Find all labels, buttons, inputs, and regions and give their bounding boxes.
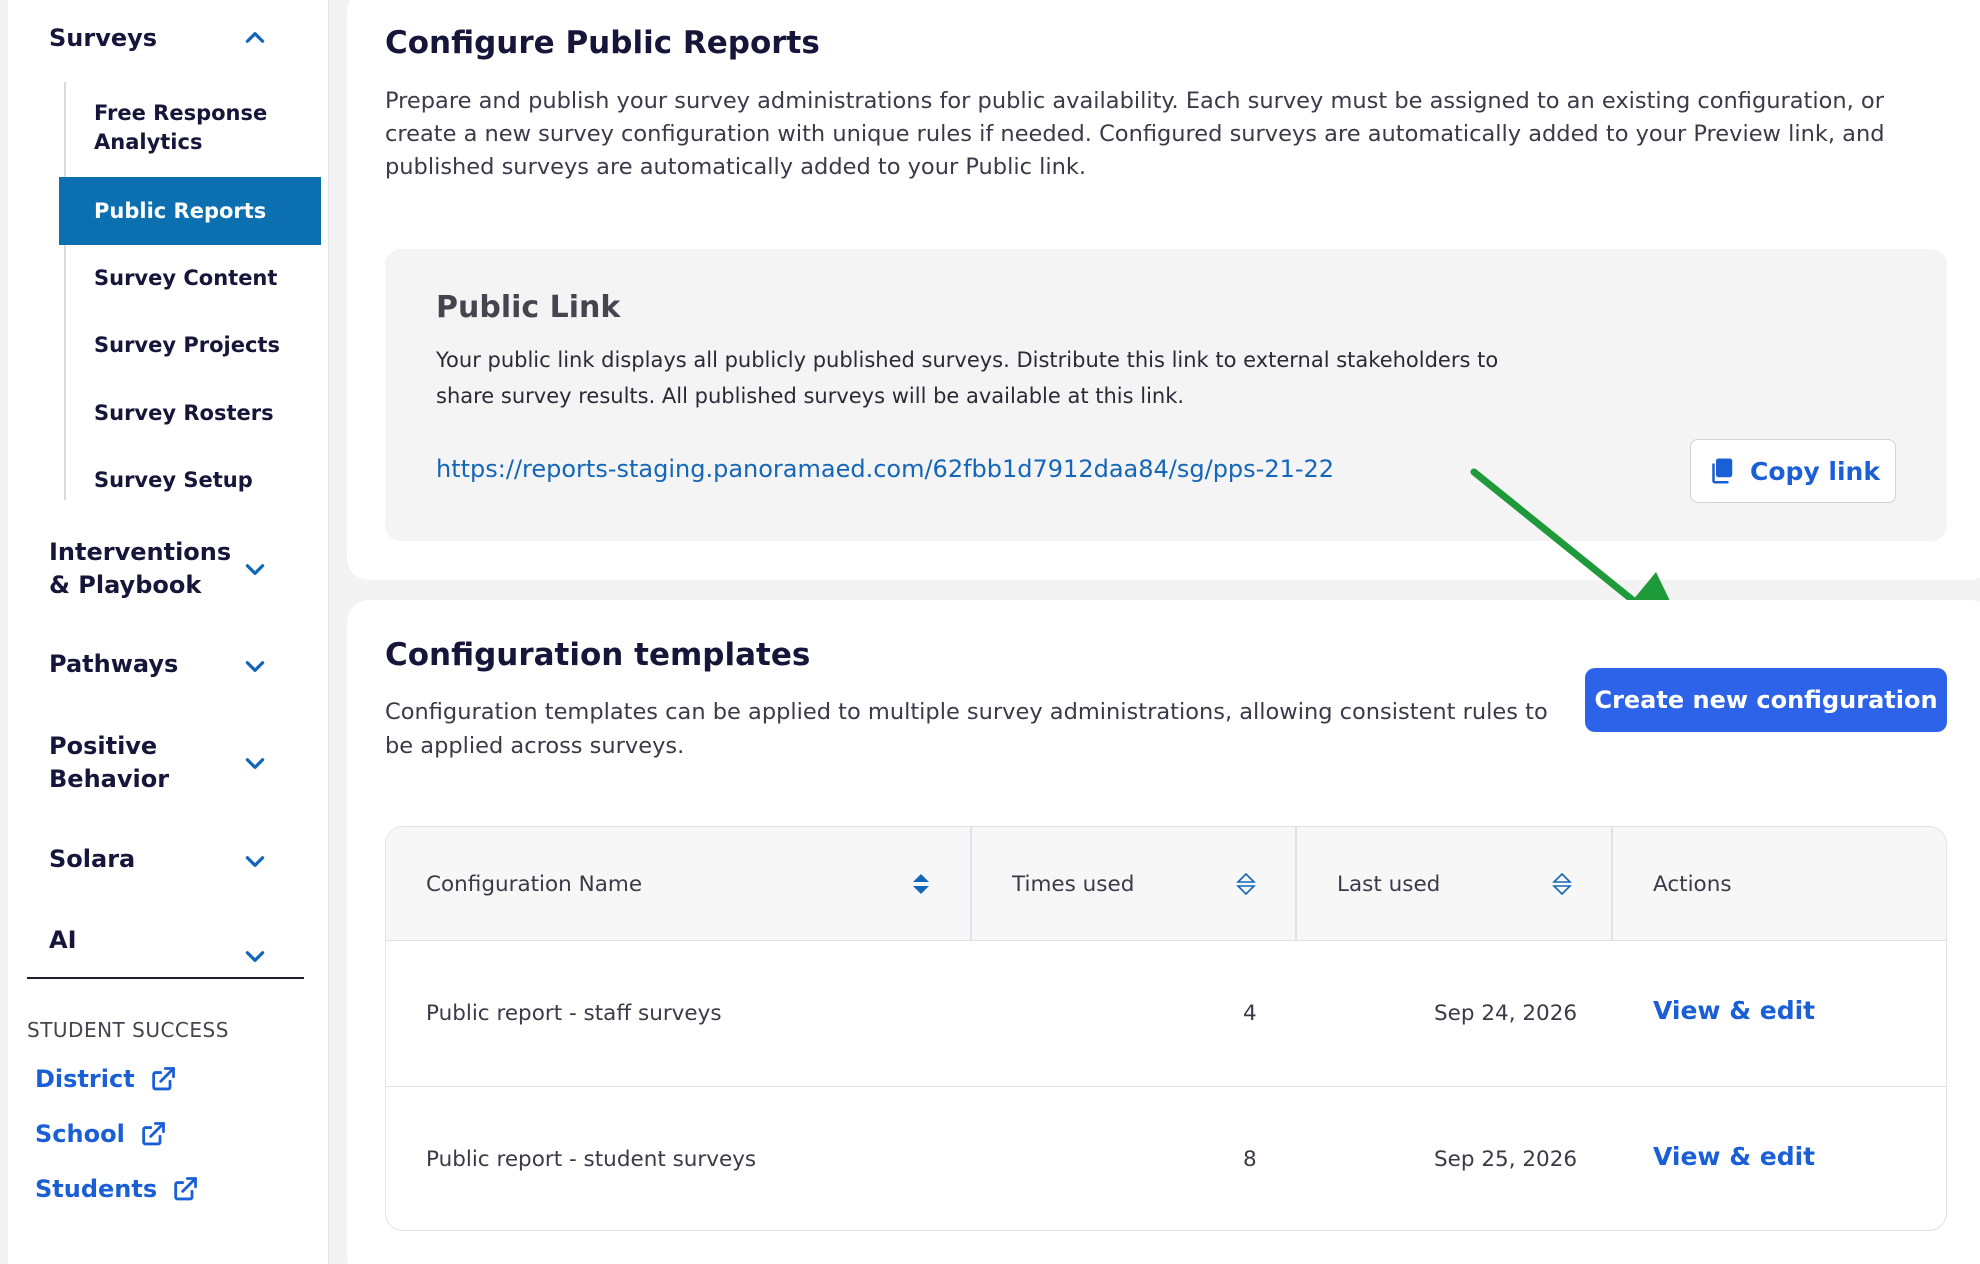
sidebar-item-label: Public Reports xyxy=(94,199,267,223)
cell-last-used: Sep 24, 2026 xyxy=(1434,1001,1578,1026)
column-divider xyxy=(1611,827,1613,941)
external-link-label: School xyxy=(35,1120,125,1148)
external-link-icon xyxy=(151,1067,175,1091)
nav-ai[interactable]: AI xyxy=(49,924,77,957)
configuration-table: Configuration Name Times used Last used … xyxy=(385,826,1947,1231)
column-header-actions: Actions xyxy=(1653,871,1732,897)
table-row: Public report - staff surveys 4 Sep 24, … xyxy=(386,941,1946,1086)
public-link-description: Your public link displays all publicly p… xyxy=(436,348,1499,408)
sidebar-divider xyxy=(27,977,304,979)
external-link-school[interactable]: School xyxy=(35,1120,167,1148)
create-new-configuration-button[interactable]: Create new configuration xyxy=(1585,668,1947,732)
view-edit-link[interactable]: View & edit xyxy=(1653,1142,1815,1171)
nav-surveys[interactable]: Surveys xyxy=(49,22,157,55)
external-link-label: District xyxy=(35,1065,135,1093)
chevron-down-icon[interactable] xyxy=(238,939,272,973)
table-header: Configuration Name Times used Last used … xyxy=(386,827,1946,941)
chevron-down-icon[interactable] xyxy=(238,649,272,683)
table-row: Public report - student surveys 8 Sep 25… xyxy=(386,1086,1946,1230)
nav-positive-behavior[interactable]: Positive Behavior xyxy=(49,730,189,796)
chevron-up-icon[interactable] xyxy=(238,21,272,55)
nav-pathways[interactable]: Pathways xyxy=(49,648,178,681)
column-divider xyxy=(1295,827,1297,941)
page-title: Configure Public Reports xyxy=(385,25,820,61)
sort-icon[interactable] xyxy=(1552,870,1572,898)
cell-times-used: 8 xyxy=(1243,1147,1257,1172)
sidebar-item-survey-projects[interactable]: Survey Projects xyxy=(94,331,280,360)
submenu-guide-line xyxy=(64,82,66,500)
chevron-down-icon[interactable] xyxy=(238,746,272,780)
nav-interventions-playbook[interactable]: Interventions & Playbook xyxy=(49,536,239,602)
chevron-down-icon[interactable] xyxy=(238,844,272,878)
external-link-district[interactable]: District xyxy=(35,1065,177,1093)
column-header-configuration-name[interactable]: Configuration Name xyxy=(426,827,642,941)
column-divider xyxy=(970,827,972,941)
cell-times-used: 4 xyxy=(1243,1001,1257,1026)
view-edit-link[interactable]: View & edit xyxy=(1653,996,1815,1025)
cell-last-used: Sep 25, 2026 xyxy=(1434,1147,1578,1172)
page-description: Prepare and publish your survey administ… xyxy=(385,88,1885,180)
sidebar-item-survey-setup[interactable]: Survey Setup xyxy=(94,466,253,495)
copy-link-label: Copy link xyxy=(1750,456,1880,486)
cell-configuration-name: Public report - staff surveys xyxy=(426,1001,722,1026)
public-link-title: Public Link xyxy=(436,290,621,325)
chevron-down-icon[interactable] xyxy=(238,552,272,586)
external-link-students[interactable]: Students xyxy=(35,1175,199,1203)
section-title: Configuration templates xyxy=(385,637,811,673)
section-description: Configuration templates can be applied t… xyxy=(385,699,1548,759)
copy-icon xyxy=(1712,458,1733,484)
sort-icon[interactable] xyxy=(1236,870,1256,898)
sidebar-item-free-response-analytics[interactable]: Free Response Analytics xyxy=(94,99,294,157)
external-link-icon xyxy=(174,1177,198,1201)
nav-solara[interactable]: Solara xyxy=(49,843,135,876)
copy-link-button[interactable]: Copy link xyxy=(1690,439,1896,503)
sort-icon[interactable] xyxy=(911,870,931,898)
column-header-last-used[interactable]: Last used xyxy=(1337,827,1440,941)
public-link-url[interactable]: https://reports-staging.panoramaed.com/6… xyxy=(436,455,1334,483)
column-header-times-used[interactable]: Times used xyxy=(1012,827,1134,941)
sidebar-item-survey-content[interactable]: Survey Content xyxy=(94,264,277,293)
cell-configuration-name: Public report - student surveys xyxy=(426,1147,757,1172)
sidebar-item-survey-rosters[interactable]: Survey Rosters xyxy=(94,399,274,428)
external-link-label: Students xyxy=(35,1175,158,1203)
external-link-icon xyxy=(142,1122,165,1146)
section-label-student-success: STUDENT SUCCESS xyxy=(27,1018,229,1042)
